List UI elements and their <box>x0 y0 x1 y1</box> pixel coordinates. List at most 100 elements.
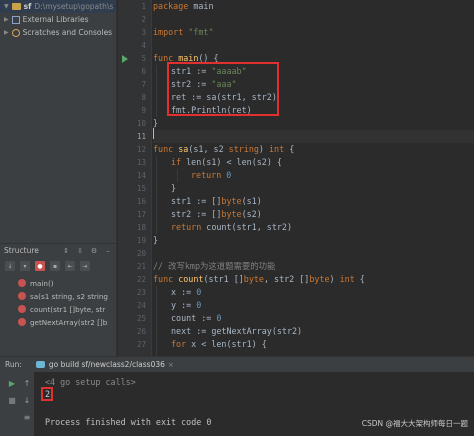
code-line: str1 := []byte(s1) <box>171 196 262 206</box>
function-icon <box>18 292 26 300</box>
run-config-tab-label: go build sf/newclass2/class036 <box>48 360 165 369</box>
show-fields-icon[interactable]: ● <box>35 261 45 271</box>
code-line: } <box>153 235 159 245</box>
code-line: return count(str1, str2) <box>171 222 293 232</box>
line-number: 26 <box>136 327 146 336</box>
autoscroll-from-source-icon[interactable]: ⇥ <box>80 261 90 271</box>
line-number: 17 <box>136 210 146 219</box>
library-icon <box>11 15 20 24</box>
project-item-external-libraries[interactable]: ▶ External Libraries <box>0 13 116 26</box>
structure-item-count[interactable]: count(str1 []byte, str <box>0 303 116 315</box>
function-icon <box>18 279 26 287</box>
go-icon <box>35 361 45 368</box>
line-number: 19 <box>136 236 146 245</box>
code-line: func sa(s1, s2 string) int { <box>153 144 295 154</box>
line-number: 14 <box>136 171 146 180</box>
collapse-arrow-icon[interactable]: ▼ <box>4 3 9 10</box>
soft-wrap-icon[interactable]: ≡ <box>22 413 32 423</box>
line-number: 20 <box>136 249 146 258</box>
structure-item-label: sa(s1 string, s2 string <box>30 291 108 301</box>
rerun-icon[interactable]: ▶ <box>7 379 17 389</box>
structure-header: Structure ⇕ ⇳ ⚙ – <box>0 243 116 257</box>
line-number: 10 <box>136 119 146 128</box>
indent-guide <box>177 169 178 182</box>
current-line <box>153 130 474 143</box>
sort-visibility-icon[interactable]: ▾ <box>20 261 30 271</box>
folder-icon <box>11 3 21 10</box>
function-icon <box>18 318 26 326</box>
code-line: count := 0 <box>171 313 222 323</box>
project-root-name: sf <box>23 2 32 11</box>
structure-item-main[interactable]: main() <box>0 277 116 289</box>
line-number: 24 <box>136 301 146 310</box>
project-panel: ▼ sf D:\mysetup\gopath\s ▶ External Libr… <box>0 0 117 356</box>
code-line: return 0 <box>191 170 232 180</box>
highlight-box <box>41 387 53 401</box>
line-number: 22 <box>136 275 146 284</box>
indent-guide <box>156 156 157 234</box>
code-line: y := 0 <box>171 300 202 310</box>
project-item-label: Scratches and Consoles <box>22 28 113 37</box>
structure-item-getnextarray[interactable]: getNextArray(str2 []b <box>0 316 116 328</box>
expand-arrow-icon[interactable]: ▶ <box>4 29 9 36</box>
line-number: 18 <box>136 223 146 232</box>
scroll-down-icon[interactable]: ↓ <box>22 396 32 406</box>
code-line: package main <box>153 1 214 11</box>
collapse-all-icon[interactable]: ⇳ <box>76 247 84 255</box>
line-number: 12 <box>136 145 146 154</box>
expand-arrow-icon[interactable]: ▶ <box>4 16 9 23</box>
expand-all-icon[interactable]: ⇕ <box>62 247 70 255</box>
code-comment: // 改写kmp为这道题需要的功能 <box>153 261 276 271</box>
stop-icon[interactable]: ■ <box>7 396 17 406</box>
code-line: x := 0 <box>171 287 202 297</box>
project-root-path: D:\mysetup\gopath\s <box>34 2 114 11</box>
structure-toolbar: ↓ ▾ ● ▪ ⇤ ⇥ <box>0 258 116 274</box>
indent-guide <box>156 286 157 356</box>
code-line: func count(str1 []byte, str2 []byte) int… <box>153 274 365 284</box>
structure-item-label: count(str1 []byte, str <box>30 304 106 314</box>
console-exit-line: Process finished with exit code 0 <box>45 417 212 427</box>
code-line: import "fmt" <box>153 27 214 37</box>
watermark: CSDN @福大大架构师每日一题 <box>361 419 468 428</box>
scroll-up-icon[interactable]: ↑ <box>22 379 32 389</box>
code-editor[interactable]: package main import "fmt" func main() { … <box>153 0 474 356</box>
run-panel: Run: go build sf/newclass2/class036 × ▶ … <box>0 356 474 436</box>
show-inherited-icon[interactable]: ▪ <box>50 261 60 271</box>
indent-guide <box>156 65 157 117</box>
sort-alpha-icon[interactable]: ↓ <box>5 261 15 271</box>
line-number: 1 <box>141 2 146 11</box>
run-config-tab[interactable]: go build sf/newclass2/class036 × <box>35 360 174 369</box>
line-number: 15 <box>136 184 146 193</box>
structure-title: Structure <box>4 246 39 255</box>
console-setup-line: <4 go setup calls> <box>45 377 136 387</box>
line-number: 7 <box>141 80 146 89</box>
line-number: 8 <box>141 93 146 102</box>
code-line: } <box>171 183 177 193</box>
text-caret <box>153 128 154 139</box>
line-number: 27 <box>136 340 146 349</box>
run-header: Run: go build sf/newclass2/class036 × <box>0 357 474 372</box>
run-toolbar: ▶ ↑ ■ ↓ ≡ <box>0 372 34 436</box>
function-icon <box>18 305 26 313</box>
highlight-box <box>167 62 279 116</box>
autoscroll-to-source-icon[interactable]: ⇤ <box>65 261 75 271</box>
structure-item-label: main() <box>30 278 54 288</box>
line-number: 25 <box>136 314 146 323</box>
code-line: str2 := []byte(s2) <box>171 209 262 219</box>
line-number: 3 <box>141 28 146 37</box>
editor-gutter[interactable]: 1 2 3 4 5 6 7 8 9 10 11 12 13 14 15 16 1… <box>118 0 152 356</box>
line-number: 13 <box>136 158 146 167</box>
minimize-icon[interactable]: – <box>104 247 112 255</box>
line-number: 5 <box>141 54 146 63</box>
line-number: 6 <box>141 67 146 76</box>
project-item-scratches[interactable]: ▶ Scratches and Consoles <box>0 26 116 39</box>
line-number: 21 <box>136 262 146 271</box>
structure-item-sa[interactable]: sa(s1 string, s2 string <box>0 290 116 302</box>
close-icon[interactable]: × <box>168 361 174 369</box>
gear-icon[interactable]: ⚙ <box>90 247 98 255</box>
project-root-item[interactable]: ▼ sf D:\mysetup\gopath\s <box>0 0 116 13</box>
run-label: Run: <box>5 360 22 369</box>
line-number: 23 <box>136 288 146 297</box>
structure-item-label: getNextArray(str2 []b <box>30 317 108 327</box>
line-number: 9 <box>141 106 146 115</box>
